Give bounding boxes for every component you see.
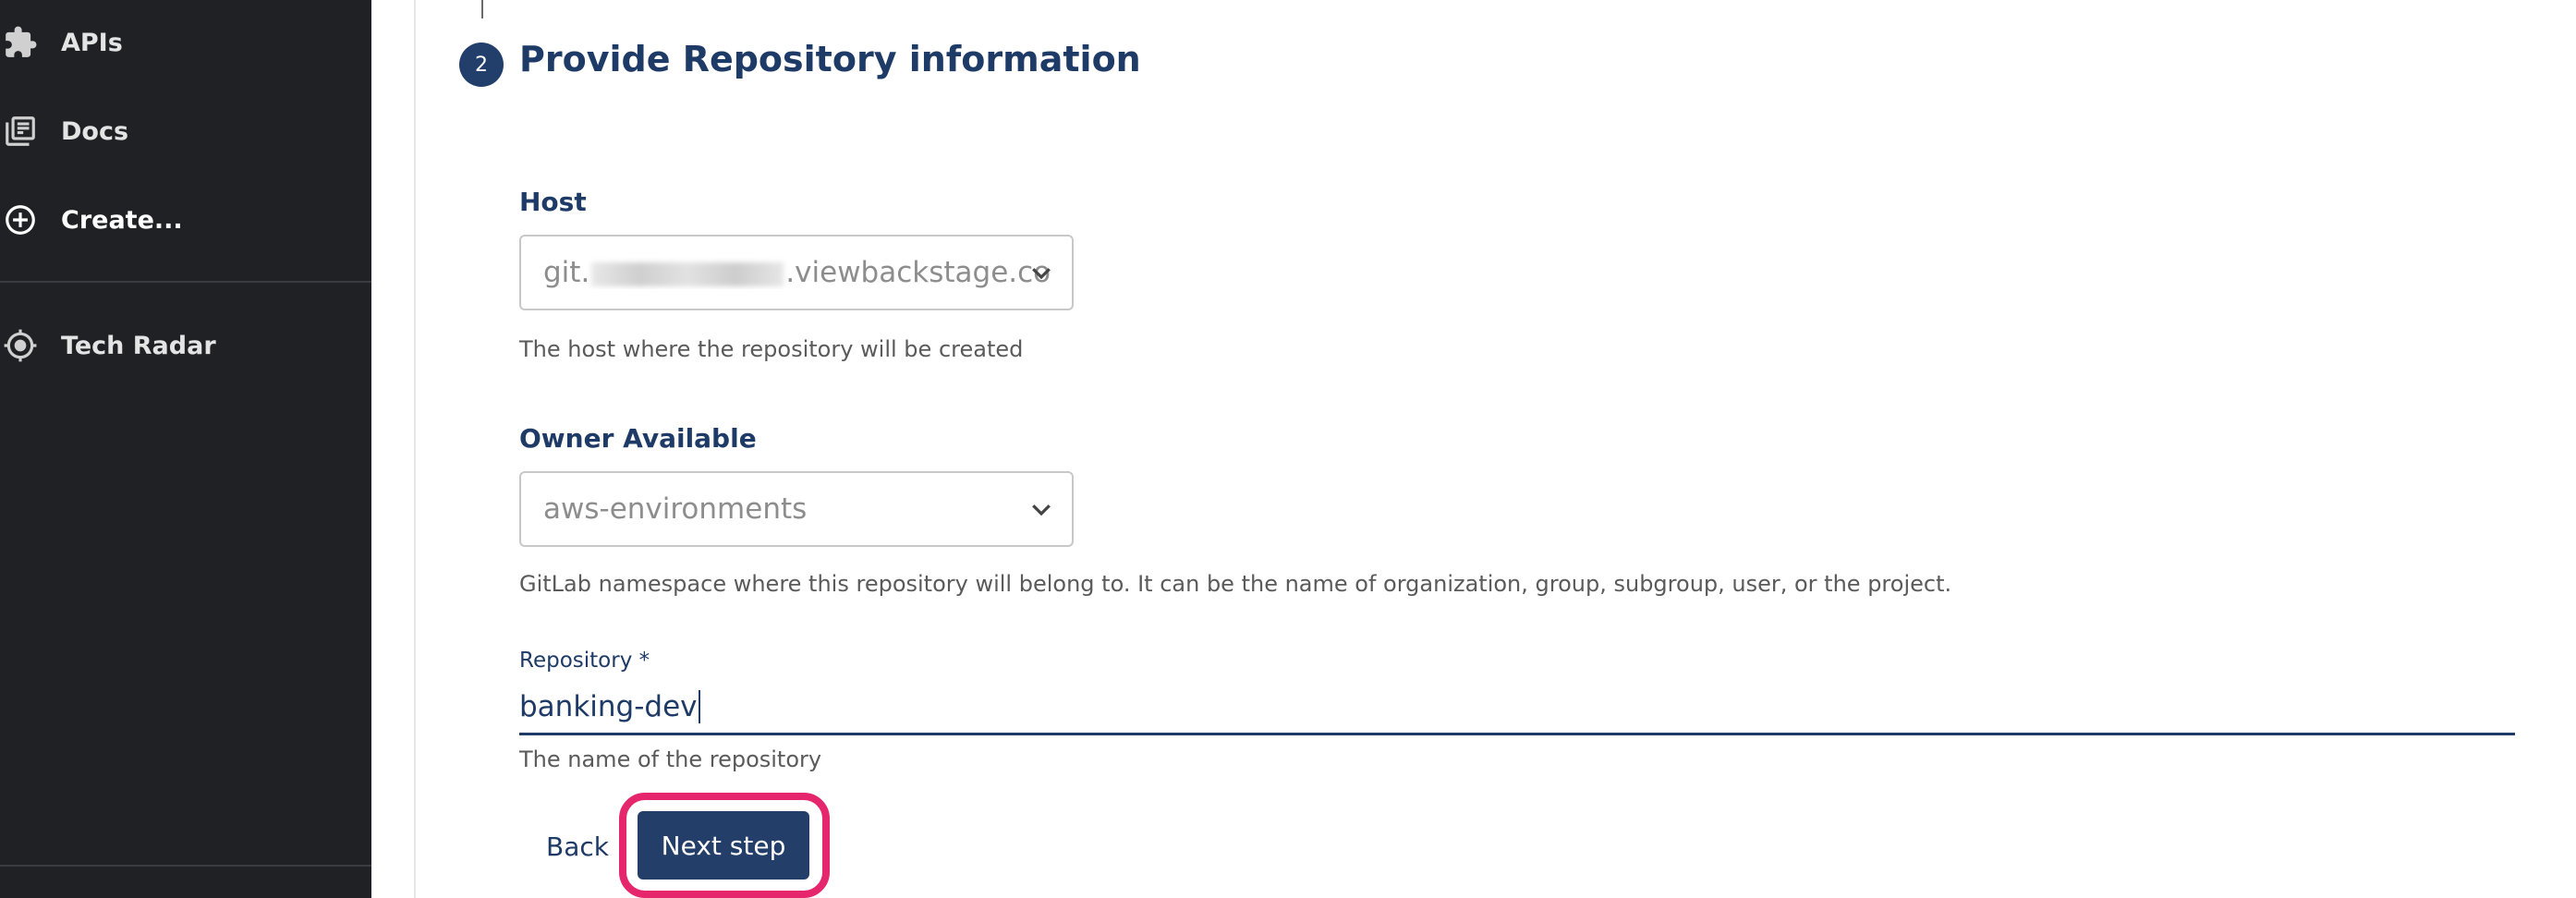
host-help-text: The host where the repository will be cr… bbox=[519, 336, 1024, 362]
puzzle-icon bbox=[0, 22, 41, 63]
sidebar-item-create[interactable]: Create... bbox=[0, 183, 371, 257]
host-label: Host bbox=[519, 187, 587, 217]
sidebar: APIs Docs Create... Tech Radar bbox=[0, 0, 371, 898]
repository-help-text: The name of the repository bbox=[519, 746, 822, 772]
sidebar-item-label: Create... bbox=[61, 205, 183, 235]
sidebar-divider bbox=[0, 281, 371, 283]
radar-icon bbox=[0, 325, 41, 366]
host-select-value: git. .viewbackstage.co bbox=[543, 256, 1051, 289]
back-button[interactable]: Back bbox=[529, 813, 626, 880]
redacted-text bbox=[591, 261, 784, 286]
owner-select-value: aws-environments bbox=[543, 492, 808, 526]
chevron-down-icon bbox=[1032, 268, 1051, 280]
chevron-down-icon bbox=[1032, 504, 1051, 516]
sidebar-item-label: APIs bbox=[61, 28, 123, 57]
sidebar-item-docs[interactable]: Docs bbox=[0, 94, 371, 168]
step-title: Provide Repository information bbox=[519, 39, 1141, 79]
sidebar-item-label: Docs bbox=[61, 116, 129, 146]
sidebar-bottom-divider bbox=[0, 865, 371, 867]
content-gutter bbox=[371, 0, 416, 898]
next-step-button[interactable]: Next step bbox=[638, 811, 809, 880]
text-caret bbox=[698, 689, 700, 723]
host-select[interactable]: git. .viewbackstage.co bbox=[519, 235, 1074, 310]
owner-label: Owner Available bbox=[519, 423, 757, 454]
repository-input-value: banking-dev bbox=[519, 689, 698, 723]
repository-label: Repository * bbox=[519, 649, 650, 673]
owner-select[interactable]: aws-environments bbox=[519, 471, 1074, 547]
sidebar-item-tech-radar[interactable]: Tech Radar bbox=[0, 309, 371, 382]
repository-input[interactable]: banking-dev bbox=[519, 680, 2515, 735]
sidebar-item-label: Tech Radar bbox=[61, 331, 216, 360]
sidebar-item-apis[interactable]: APIs bbox=[0, 6, 371, 79]
owner-help-text: GitLab namespace where this repository w… bbox=[519, 571, 1952, 597]
step-number-badge: 2 bbox=[459, 42, 504, 87]
stepper-connector bbox=[481, 0, 483, 18]
library-icon bbox=[0, 111, 41, 152]
add-circle-icon bbox=[0, 200, 41, 240]
